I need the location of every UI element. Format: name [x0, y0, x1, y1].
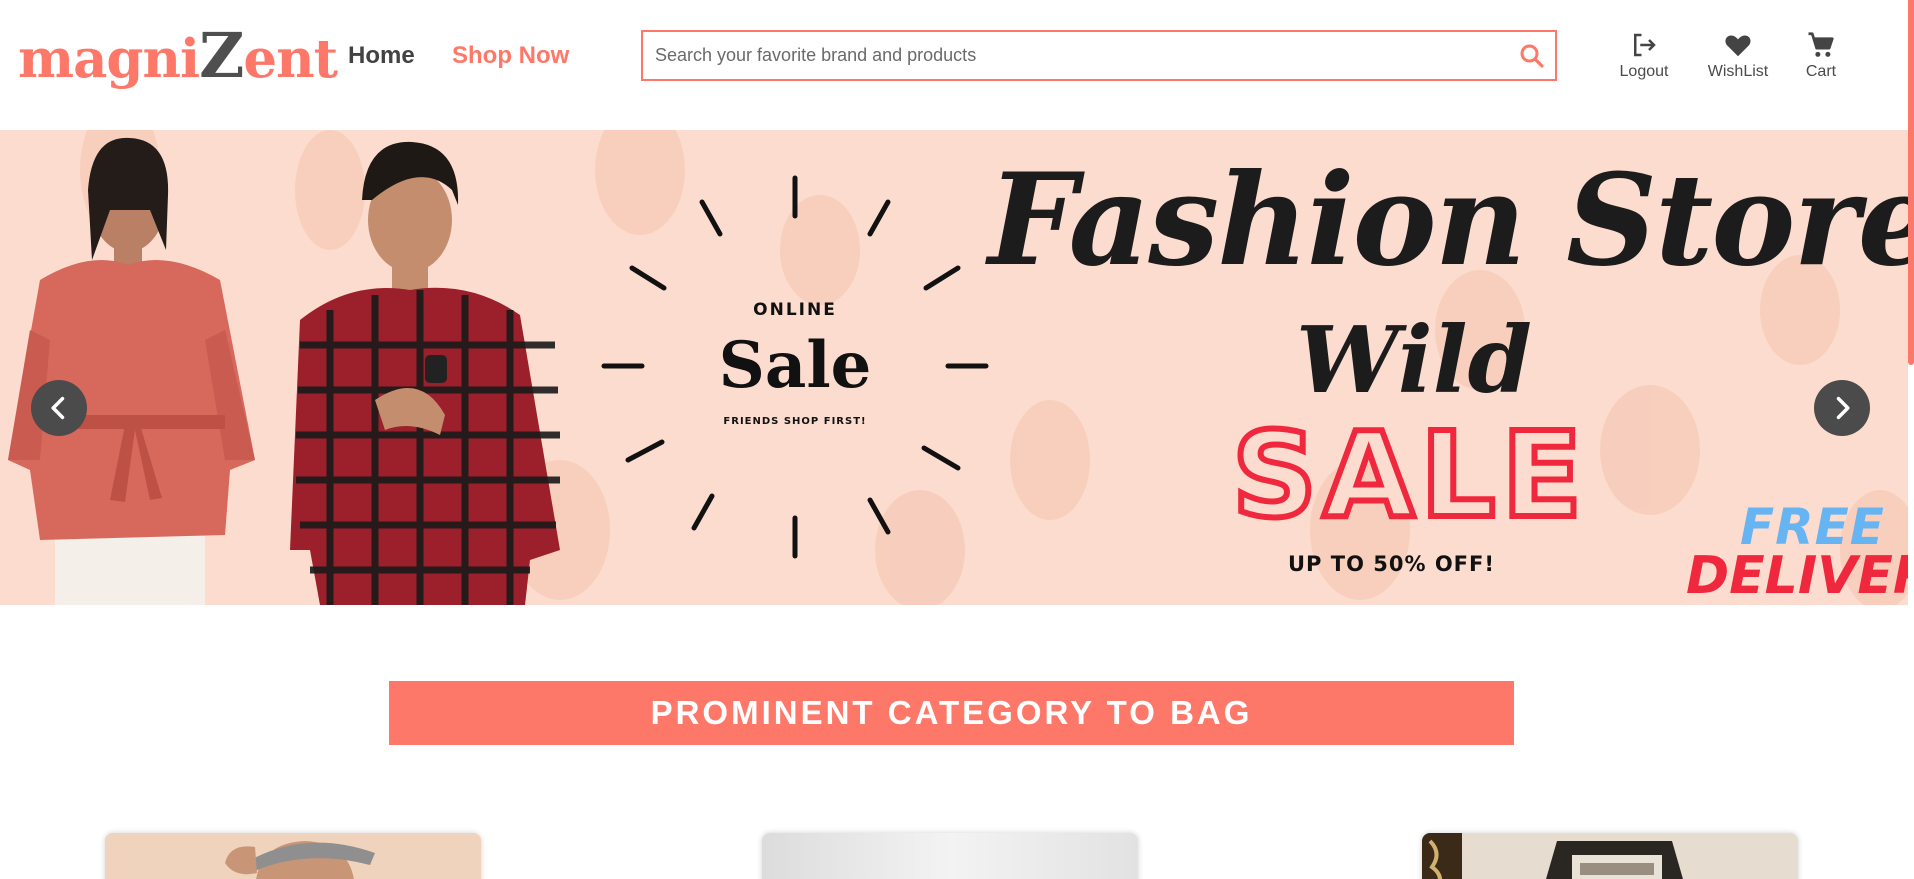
- hero-carousel: ONLINE Sale FRIENDS SHOP FIRST! Fashion …: [0, 130, 1908, 605]
- model-woman-figure: [8, 137, 255, 605]
- category-section-title: PROMINENT CATEGORY TO BAG: [650, 694, 1253, 731]
- search-bar: [641, 30, 1557, 81]
- category-image: [762, 833, 1138, 879]
- category-card[interactable]: [105, 833, 481, 879]
- cart-icon: [1798, 30, 1844, 60]
- category-card[interactable]: [1422, 833, 1798, 879]
- search-icon[interactable]: [1517, 41, 1547, 71]
- heart-icon: [1701, 30, 1775, 60]
- logout-label: Logout: [1619, 63, 1669, 80]
- banner-title: Fashion Store: [988, 146, 1908, 294]
- logo-text-part1: magni: [18, 28, 200, 90]
- category-section-banner: PROMINENT CATEGORY TO BAG: [389, 681, 1514, 745]
- sale-badge-main-text: Sale: [718, 328, 872, 403]
- logout-icon: [1612, 30, 1676, 60]
- brand-logo[interactable]: magniZent: [18, 19, 338, 93]
- category-image: [1422, 833, 1798, 879]
- cart-button[interactable]: Cart: [1798, 30, 1844, 86]
- sale-badge-top-text: ONLINE: [753, 300, 837, 320]
- category-card[interactable]: [762, 833, 1138, 879]
- chevron-left-icon: [51, 396, 65, 420]
- nav-shop-now-link[interactable]: Shop Now: [452, 42, 569, 70]
- page-scrollbar-thumb[interactable]: [1908, 0, 1914, 365]
- wishlist-label: WishList: [1707, 63, 1769, 80]
- carousel-next-button[interactable]: [1814, 380, 1870, 436]
- free-delivery-line2: DELIVERY: [1686, 546, 1908, 605]
- site-header: magniZent Home Shop Now Logout: [0, 0, 1914, 130]
- carousel-prev-button[interactable]: [31, 380, 87, 436]
- promo-discount-text: UP TO 50% OFF!: [1288, 552, 1495, 576]
- sale-badge-sub-text: FRIENDS SHOP FIRST!: [723, 416, 867, 427]
- logo-text-part2: Z: [199, 19, 244, 92]
- promo-line2: SALE: [1229, 406, 1589, 544]
- category-image: [105, 833, 481, 879]
- page: magniZent Home Shop Now Logout: [0, 0, 1914, 879]
- cart-label: Cart: [1805, 63, 1837, 80]
- logout-button[interactable]: Logout: [1612, 30, 1676, 86]
- promo-line1: Wild: [1296, 306, 1532, 414]
- wishlist-button[interactable]: WishList: [1701, 30, 1775, 86]
- nav-home-link[interactable]: Home: [348, 42, 415, 70]
- logo-text-part3: ent: [243, 28, 338, 90]
- chevron-right-icon: [1836, 396, 1850, 420]
- search-input[interactable]: [655, 32, 1495, 79]
